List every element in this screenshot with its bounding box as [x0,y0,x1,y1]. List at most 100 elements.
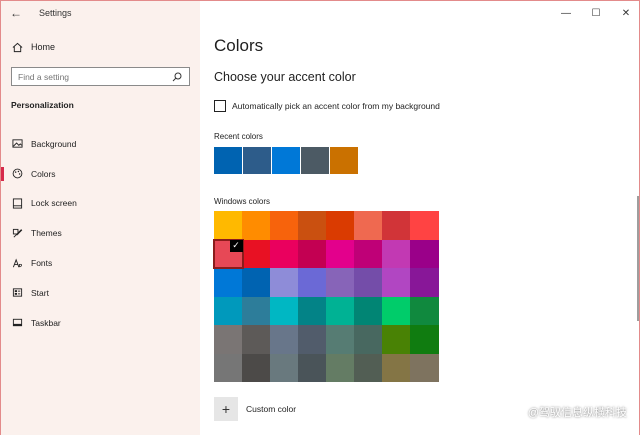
windows-color-swatch[interactable] [298,325,327,354]
windows-colors-label: Windows colors [214,197,271,206]
sidebar-item-label: Fonts [31,258,53,269]
windows-color-swatch[interactable] [298,296,327,325]
windows-color-swatch[interactable] [382,325,411,354]
windows-color-swatch[interactable] [214,353,243,382]
nav-home[interactable]: Home [11,39,55,55]
windows-color-swatch[interactable] [326,211,355,240]
sidebar-item-background[interactable]: Background [1,129,200,159]
recent-color-swatch[interactable] [214,147,242,174]
section-label: Personalization [11,100,74,110]
title-bar: ← Settings [1,1,200,25]
windows-color-swatch[interactable] [382,239,411,268]
app-title: Settings [39,8,72,18]
window-controls: — ☐ ✕ [551,1,639,25]
windows-color-swatch[interactable] [270,296,299,325]
font-icon [11,257,23,269]
windows-color-swatch[interactable] [214,268,243,297]
sidebar-item-colors[interactable]: Colors [1,159,200,189]
sidebar-item-label: Background [31,138,77,149]
windows-color-swatch[interactable] [214,296,243,325]
windows-color-swatch[interactable] [242,325,271,354]
recent-color-swatch[interactable] [330,147,358,174]
recent-colors [214,147,358,174]
auto-pick-option[interactable]: Automatically pick an accent color from … [214,100,440,112]
windows-color-swatch[interactable] [298,353,327,382]
search-box[interactable] [11,67,190,86]
page-title: Colors [214,36,264,55]
start-icon [11,287,23,299]
windows-color-swatch[interactable] [354,239,383,268]
windows-color-swatch[interactable] [410,268,439,297]
windows-color-swatch[interactable] [354,353,383,382]
sidebar-item-taskbar[interactable]: Taskbar [1,308,200,338]
windows-color-swatch[interactable] [270,239,299,268]
main-content: — ☐ ✕ Colors Choose your accent color Au… [200,1,639,435]
windows-color-swatch[interactable] [410,296,439,325]
brush-icon [11,227,23,239]
windows-color-swatch[interactable] [270,353,299,382]
sidebar-item-fonts[interactable]: Fonts [1,248,200,278]
auto-pick-label: Automatically pick an accent color from … [232,101,440,111]
windows-color-swatch[interactable] [242,268,271,297]
auto-pick-checkbox[interactable] [214,100,226,112]
windows-color-swatch[interactable] [242,211,271,240]
windows-color-swatch[interactable] [270,325,299,354]
custom-color-option[interactable]: + Custom color [214,397,296,421]
windows-color-swatch[interactable] [326,296,355,325]
windows-color-swatch[interactable] [270,268,299,297]
custom-color-button[interactable]: + [214,397,238,421]
windows-color-swatch[interactable] [298,239,327,268]
scrollbar[interactable] [637,196,639,321]
windows-color-swatch[interactable] [242,353,271,382]
close-icon: ✕ [621,7,631,19]
recent-color-swatch[interactable] [272,147,300,174]
windows-color-swatch[interactable] [354,325,383,354]
sidebar-item-themes[interactable]: Themes [1,218,200,248]
windows-color-swatch[interactable] [354,211,383,240]
windows-color-swatch[interactable]: ✓ [213,238,244,269]
windows-color-swatch[interactable] [354,296,383,325]
windows-color-swatch[interactable] [354,268,383,297]
windows-color-swatch[interactable] [410,211,439,240]
sidebar-item-label: Themes [31,228,62,239]
palette-icon [11,168,23,180]
maximize-icon: ☐ [591,7,601,19]
taskbar-icon [11,317,23,329]
windows-color-swatch[interactable] [270,211,299,240]
windows-color-swatch[interactable] [214,211,243,240]
windows-color-swatch[interactable] [410,239,439,268]
windows-color-swatch[interactable] [382,353,411,382]
windows-color-swatch[interactable] [382,268,411,297]
windows-color-swatch[interactable] [298,211,327,240]
windows-color-swatch[interactable] [242,239,271,268]
sidebar-item-label: Lock screen [31,198,77,209]
maximize-button[interactable]: ☐ [581,1,611,25]
sidebar-item-label: Colors [31,168,56,179]
sidebar-item-start[interactable]: Start [1,278,200,308]
recent-colors-label: Recent colors [214,132,263,141]
windows-color-swatch[interactable] [382,296,411,325]
windows-color-swatch[interactable] [326,239,355,268]
windows-color-swatch[interactable] [242,296,271,325]
sidebar-item-lock-screen[interactable]: Lock screen [1,189,200,219]
windows-color-swatch[interactable] [326,353,355,382]
windows-color-swatch[interactable] [410,353,439,382]
settings-window: ← Settings Home Personalization Backgrou… [0,0,640,435]
recent-color-swatch[interactable] [301,147,329,174]
windows-color-swatch[interactable] [382,211,411,240]
windows-color-swatch[interactable] [326,268,355,297]
picture-icon [11,138,23,150]
search-input[interactable] [18,71,168,82]
windows-color-swatch[interactable] [410,325,439,354]
minimize-button[interactable]: — [551,1,581,25]
minimize-icon: — [561,7,571,19]
search-icon[interactable] [171,71,183,83]
windows-color-swatch[interactable] [214,325,243,354]
back-button[interactable]: ← [1,1,31,25]
windows-color-swatch[interactable] [326,325,355,354]
windows-colors-grid: ✓ [213,211,442,382]
close-button[interactable]: ✕ [611,1,639,25]
nav-list: Background Colors Lock screen Themes Fon… [1,129,200,338]
recent-color-swatch[interactable] [243,147,271,174]
windows-color-swatch[interactable] [298,268,327,297]
